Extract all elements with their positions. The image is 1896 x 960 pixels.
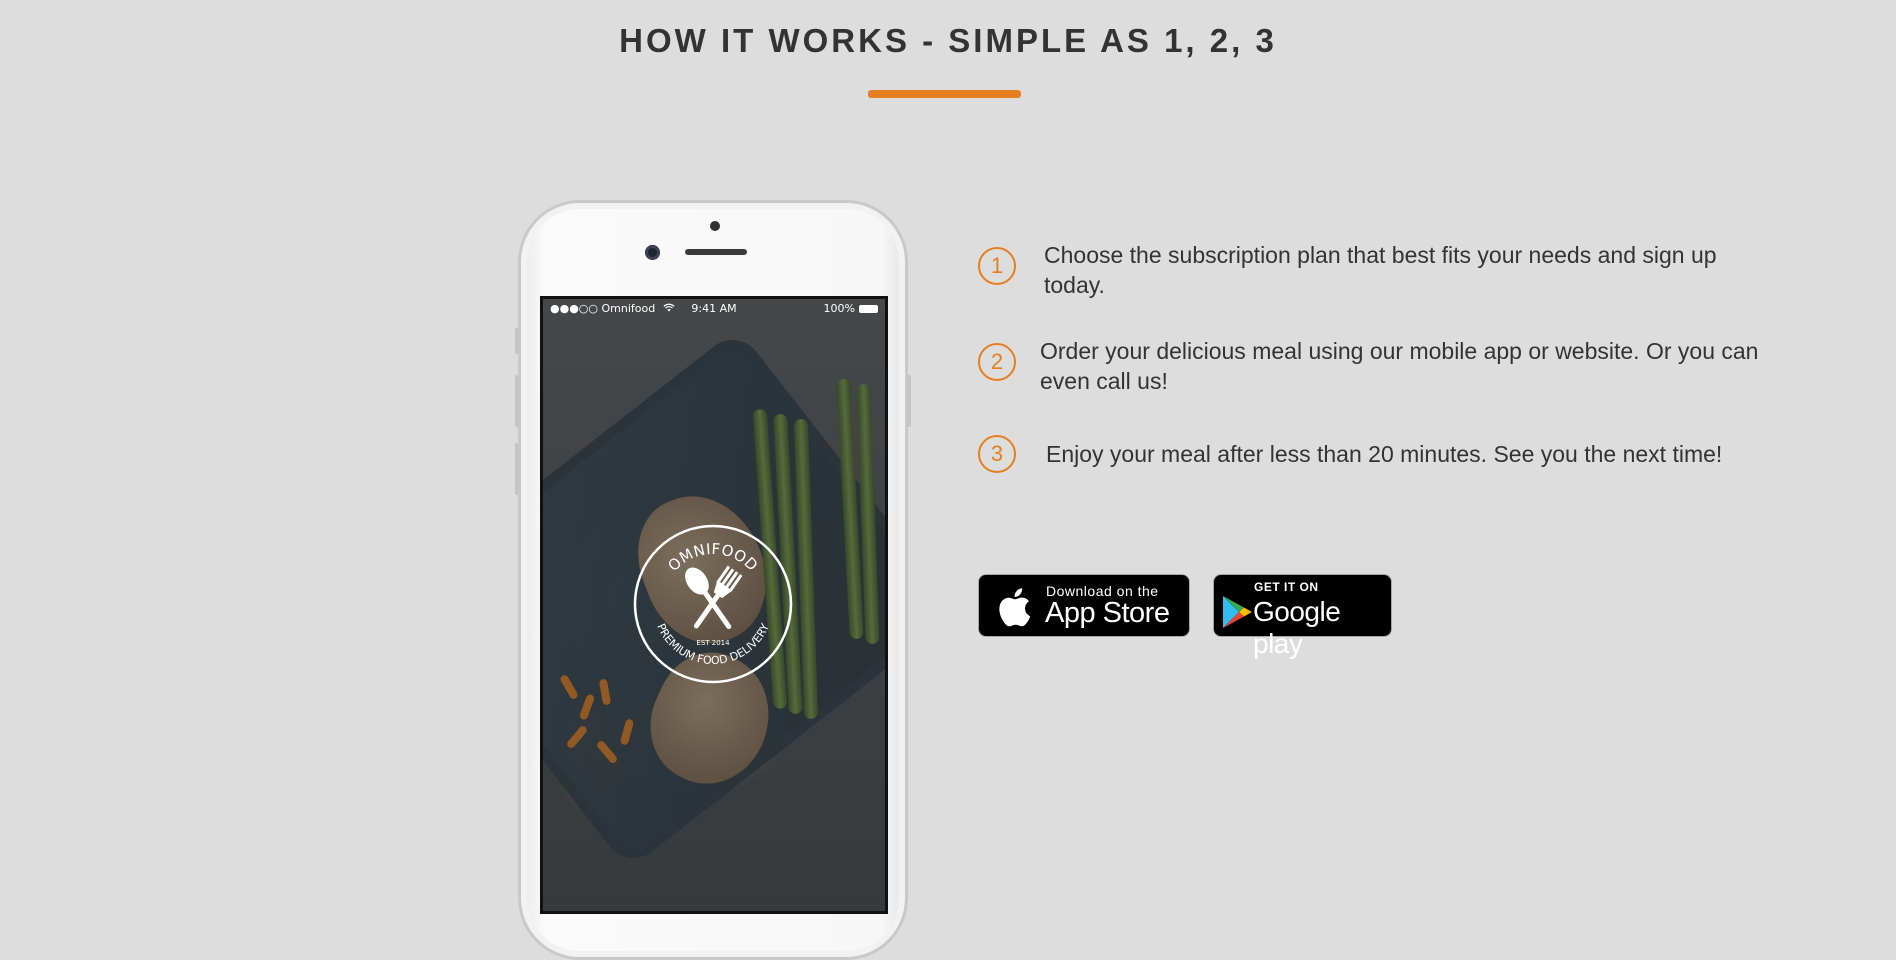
phone-volume-up-button	[515, 375, 519, 427]
apple-icon	[999, 588, 1031, 627]
google-play-small-text: GET IT ON	[1254, 580, 1319, 594]
phone-front-camera	[645, 245, 660, 260]
app-store-big-text: App Store	[1045, 597, 1170, 629]
phone-mute-switch	[515, 328, 519, 354]
battery-percentage: 100%	[823, 302, 855, 315]
title-underline	[868, 90, 1021, 98]
phone-sensor	[710, 221, 720, 231]
svg-text:OMNIFOOD: OMNIFOOD	[664, 540, 761, 575]
phone-screen: ●●●○○ Omnifood 9:41 AM 100% OMNIFOOD PRE…	[540, 296, 888, 914]
app-store-badge[interactable]: Download on the App Store	[978, 574, 1190, 637]
google-play-badge[interactable]: GET IT ON Google play	[1213, 574, 1392, 659]
phone-power-button	[907, 375, 911, 427]
logo-brand-text: OMNIFOOD	[664, 540, 761, 575]
step-number: 3	[978, 435, 1016, 473]
google-play-big-text: Google play	[1253, 596, 1341, 659]
step-text: Order your delicious meal using our mobi…	[1040, 338, 1759, 394]
step-number: 1	[978, 247, 1016, 285]
section-title: HOW IT WORKS - SIMPLE AS 1, 2, 3	[619, 22, 1277, 59]
phone-mockup: ●●●○○ Omnifood 9:41 AM 100% OMNIFOOD PRE…	[515, 200, 911, 960]
battery-icon	[859, 305, 878, 313]
omnifood-logo: OMNIFOOD PREMIUM FOOD DELIVERY EST 2014	[633, 524, 793, 684]
google-play-icon	[1223, 596, 1252, 628]
step-text: Choose the subscription plan that best f…	[1044, 242, 1717, 298]
step-text: Enjoy your meal after less than 20 minut…	[1046, 441, 1723, 467]
phone-speaker	[685, 249, 747, 255]
logo-established-text: EST 2014	[696, 639, 730, 647]
phone-status-bar: ●●●○○ Omnifood 9:41 AM 100%	[543, 299, 885, 319]
spoon-fork-icon	[685, 565, 743, 630]
phone-volume-down-button	[515, 443, 519, 495]
step-number: 2	[978, 343, 1016, 381]
